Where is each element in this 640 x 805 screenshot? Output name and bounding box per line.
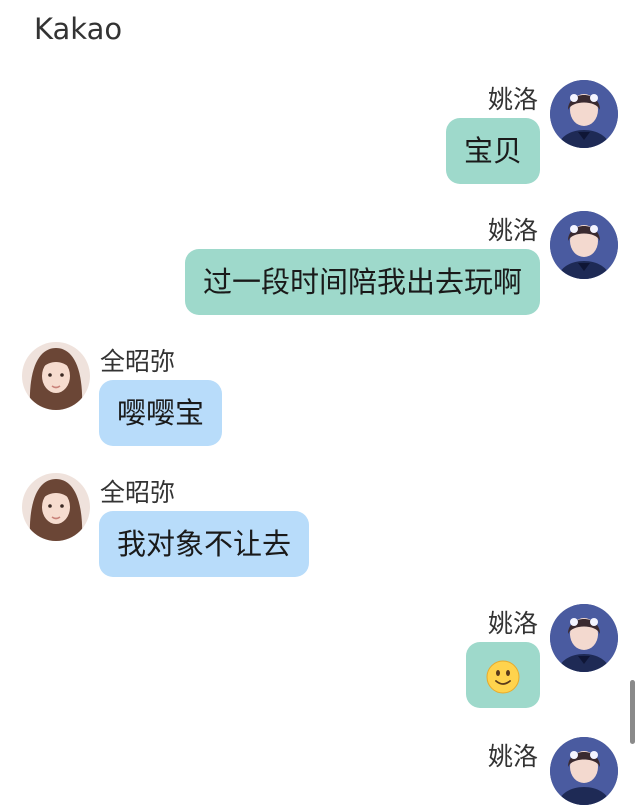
sender-name: 姚洛	[487, 216, 538, 245]
avatar[interactable]	[550, 604, 618, 672]
message-bubble[interactable]: 我对象不让去	[99, 511, 310, 577]
avatar-photo-icon	[550, 604, 618, 672]
sender-name: 姚洛	[487, 85, 538, 114]
scrollbar[interactable]	[630, 680, 635, 744]
sender-name: 姚洛	[487, 609, 538, 638]
sender-name: 姚洛	[487, 742, 538, 771]
avatar-photo-icon	[550, 80, 618, 148]
message-bubble[interactable]: 嘤嘤宝	[99, 380, 223, 446]
avatar[interactable]	[550, 211, 618, 279]
avatar[interactable]	[550, 80, 618, 148]
avatar-photo-icon	[22, 342, 90, 410]
sender-name: 全昭弥	[100, 347, 176, 376]
avatar-photo-icon	[550, 211, 618, 279]
slightly-smiling-face-emoji-icon	[486, 660, 520, 694]
avatar[interactable]	[22, 473, 90, 541]
sender-name: 全昭弥	[100, 478, 176, 507]
avatar[interactable]	[550, 737, 618, 805]
avatar-photo-icon	[22, 473, 90, 541]
message-bubble[interactable]: 过一段时间陪我出去玩啊	[184, 249, 540, 315]
message-bubble[interactable]	[466, 642, 540, 708]
app-title: Kakao	[34, 12, 123, 46]
avatar[interactable]	[22, 342, 90, 410]
avatar-photo-icon	[550, 737, 618, 805]
message-bubble[interactable]: 宝贝	[445, 118, 540, 184]
